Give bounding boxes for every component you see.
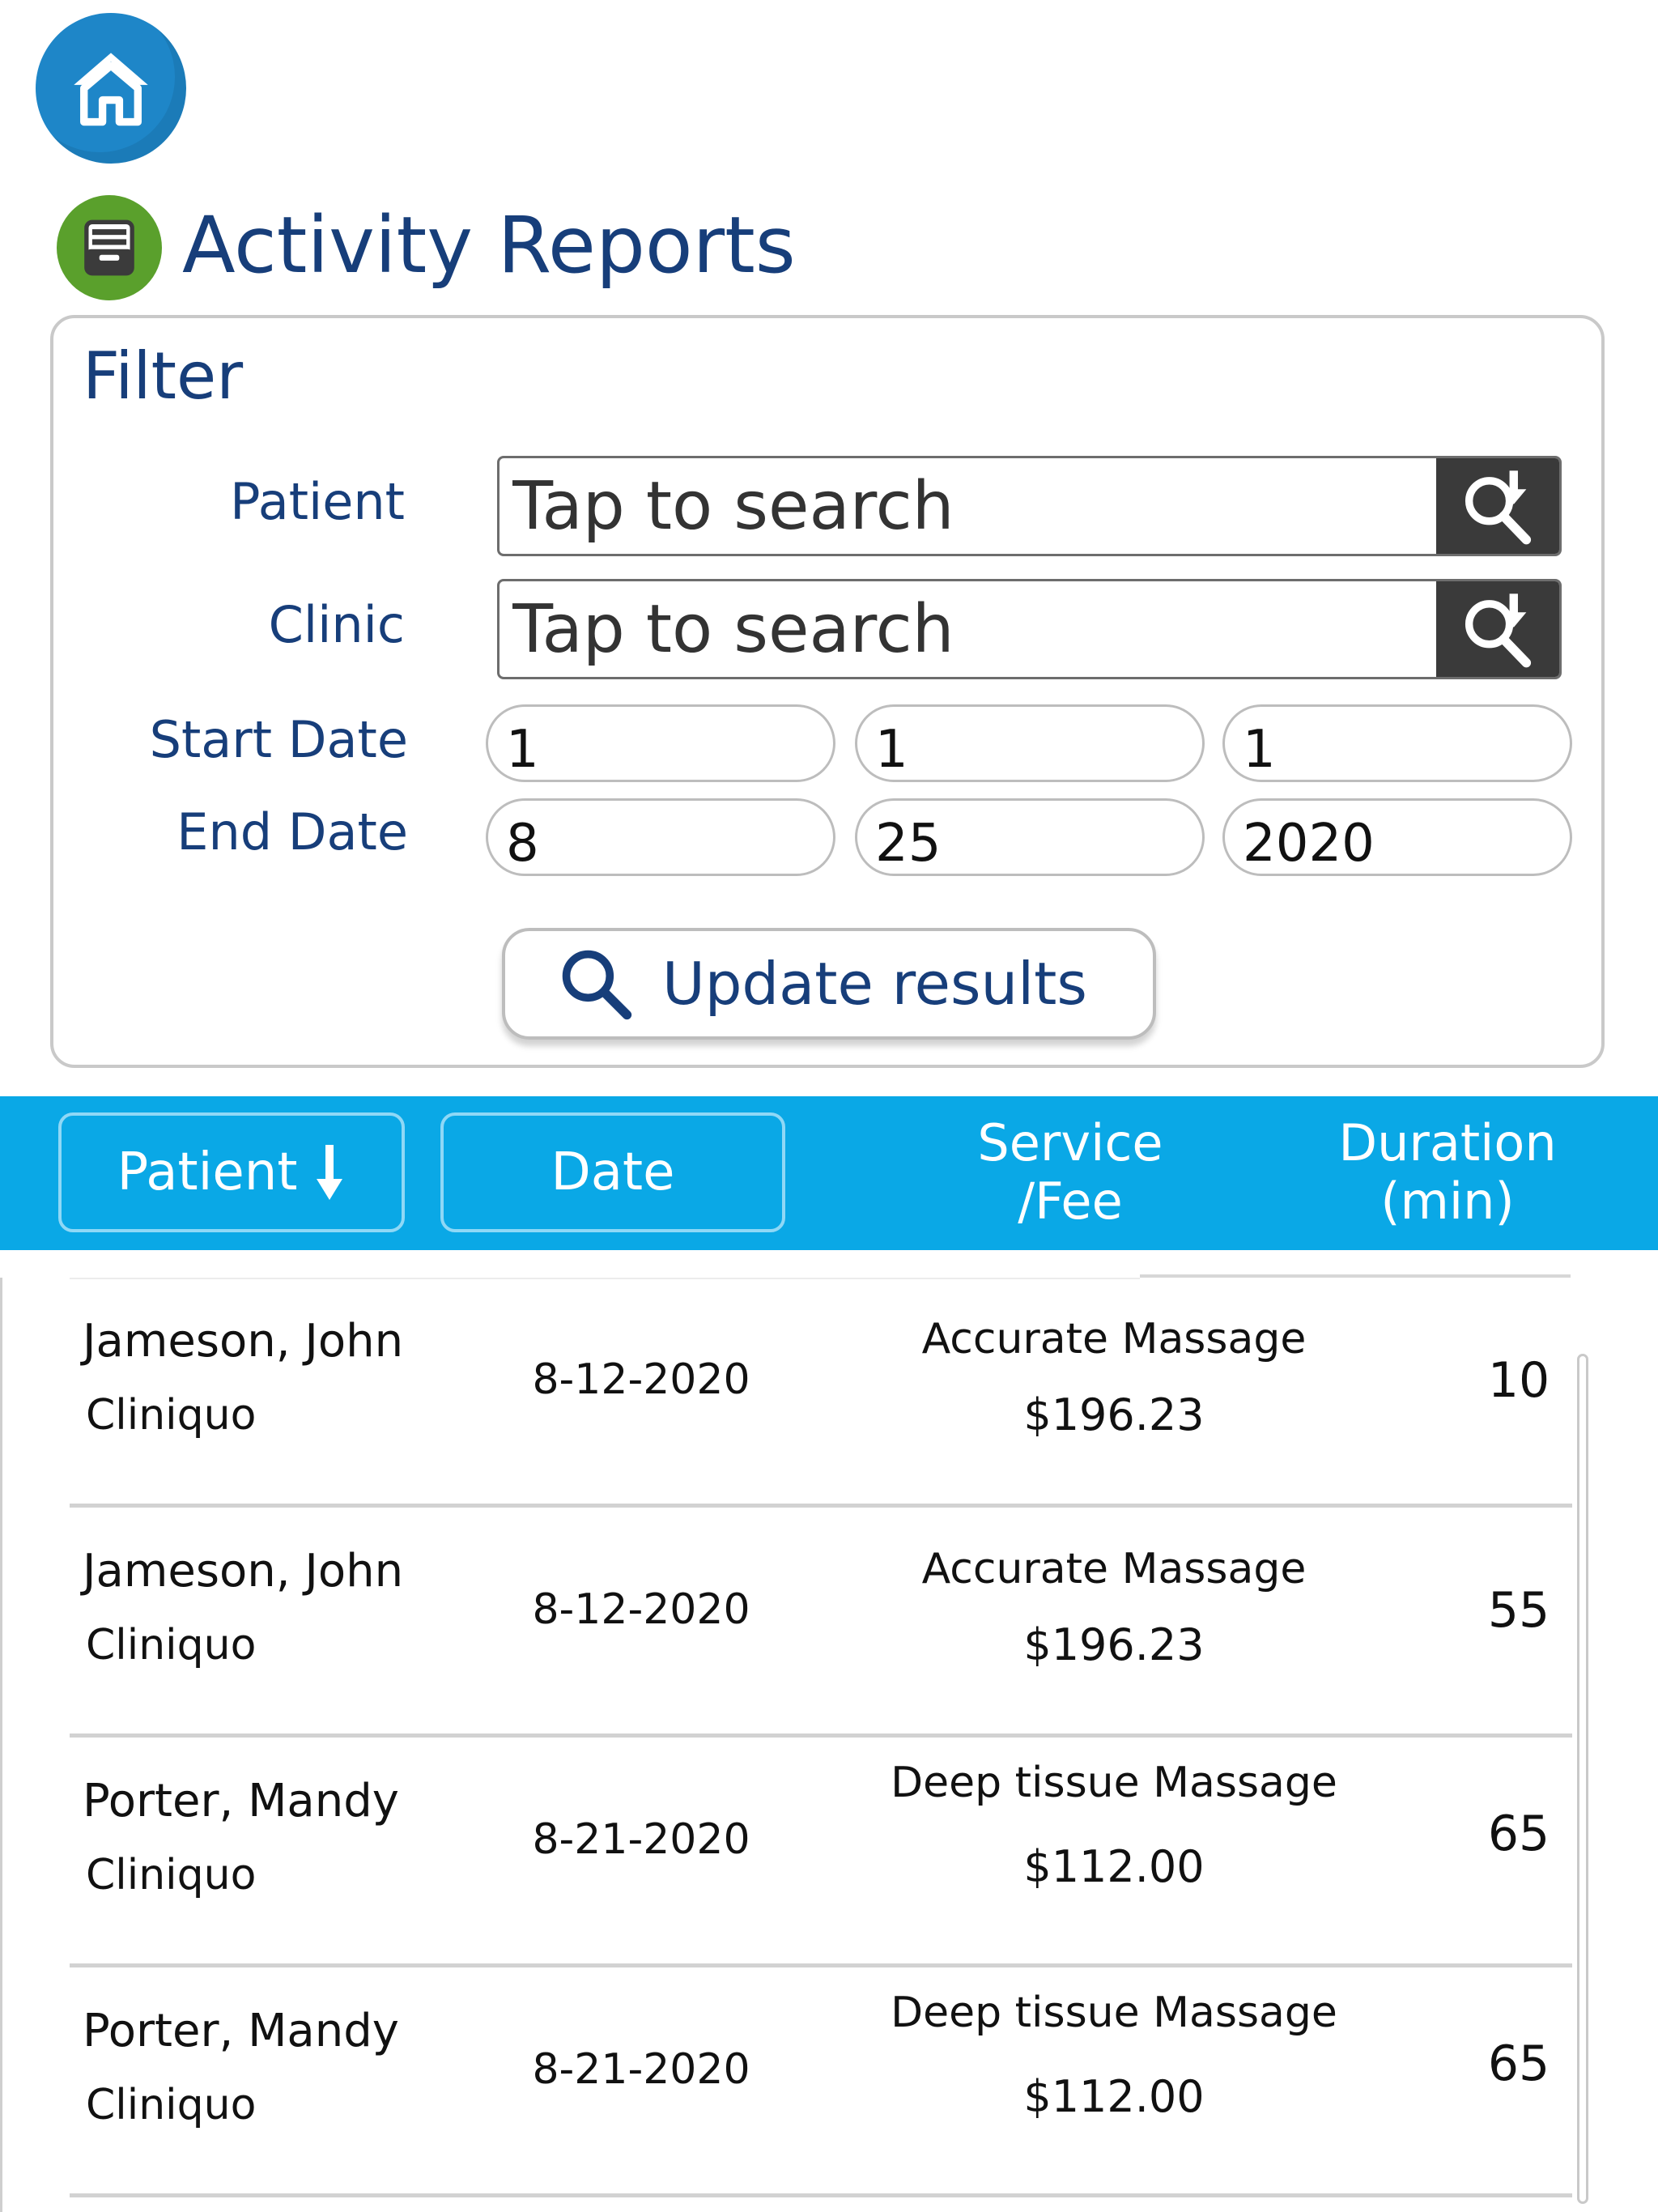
start-date-day-field[interactable] — [855, 704, 1205, 782]
start-date-month-input[interactable] — [488, 707, 833, 780]
table-row[interactable]: Porter, Mandy Cliniquo 8-21-2020 Deep ti… — [70, 1967, 1572, 2197]
clinic-search-input[interactable] — [500, 581, 1452, 677]
clinic-name: Cliniquo — [86, 1391, 257, 1440]
clinic-name: Cliniquo — [86, 1621, 257, 1670]
home-icon — [74, 53, 148, 126]
row-divider — [70, 2193, 1572, 2197]
table-row[interactable]: Porter, Mandy Cliniquo 8-21-2020 Deep ti… — [70, 1738, 1572, 1967]
start-date-year-input[interactable] — [1225, 707, 1570, 780]
filter-title: Filter — [83, 338, 244, 414]
clinic-name: Cliniquo — [86, 2081, 257, 2129]
start-date-label: Start Date — [149, 710, 408, 769]
duration-minutes: 65 — [1487, 2035, 1550, 2092]
update-results-button[interactable]: Update results — [502, 928, 1156, 1040]
end-date-month-input[interactable] — [488, 801, 833, 874]
clinic-label: Clinic — [268, 595, 405, 654]
patient-label: Patient — [230, 472, 405, 531]
duration-minutes: 55 — [1487, 1582, 1550, 1639]
duration-minutes: 65 — [1487, 1806, 1550, 1862]
service-column-label-line2: /Fee — [1018, 1172, 1123, 1231]
service-column-label-line1: Service — [977, 1113, 1163, 1172]
patient-search-button[interactable] — [1436, 458, 1559, 554]
arrow-down-icon — [317, 1145, 343, 1200]
service-name: Deep tissue Massage — [891, 1759, 1337, 1807]
search-download-icon — [1465, 470, 1532, 545]
service-fee: $196.23 — [1023, 1389, 1205, 1440]
patient-name: Jameson, John — [83, 1545, 404, 1597]
service-fee: $112.00 — [1023, 1841, 1205, 1892]
table-row[interactable]: Jameson, John Cliniquo 8-12-2020 Accurat… — [70, 1278, 1572, 1508]
patient-search-input[interactable] — [500, 458, 1452, 554]
patient-name: Porter, Mandy — [83, 2005, 399, 2057]
service-fee-column-header: Service /Fee — [908, 1114, 1232, 1231]
duration-column-label-line2: (min) — [1380, 1172, 1515, 1231]
start-date-month-field[interactable] — [486, 704, 835, 782]
duration-column-label-line1: Duration — [1338, 1113, 1557, 1172]
visit-date: 8-12-2020 — [532, 1355, 750, 1404]
patient-column-label: Patient — [117, 1142, 298, 1202]
magnifier-icon — [557, 945, 635, 1023]
update-results-label: Update results — [662, 950, 1087, 1018]
clinic-search-button[interactable] — [1436, 581, 1559, 677]
end-date-year-field[interactable] — [1222, 798, 1572, 876]
service-name: Accurate Massage — [921, 1545, 1307, 1593]
end-date-year-input[interactable] — [1225, 801, 1570, 874]
service-name: Accurate Massage — [921, 1315, 1307, 1363]
visit-date: 8-21-2020 — [532, 2045, 750, 2094]
clinic-name: Cliniquo — [86, 1851, 257, 1899]
results-list[interactable]: Jameson, John Cliniquo 8-12-2020 Accurat… — [0, 1250, 1658, 2212]
end-date-month-field[interactable] — [486, 798, 835, 876]
end-date-label: End Date — [176, 802, 408, 861]
service-fee: $196.23 — [1023, 1619, 1205, 1670]
end-date-day-input[interactable] — [857, 801, 1202, 874]
activity-reports-screen: Activity Reports Filter Patient Clinic S — [0, 0, 1658, 2212]
search-download-icon — [1465, 593, 1532, 668]
end-date-day-field[interactable] — [855, 798, 1205, 876]
table-row[interactable]: Jameson, John Cliniquo 8-12-2020 Accurat… — [70, 1508, 1572, 1738]
patient-name: Jameson, John — [83, 1315, 404, 1368]
list-left-border — [0, 1278, 2, 2212]
service-fee: $112.00 — [1023, 2071, 1205, 2122]
start-date-day-input[interactable] — [857, 707, 1202, 780]
patient-name: Porter, Mandy — [83, 1775, 399, 1827]
patient-column-sort-button[interactable]: Patient — [58, 1112, 405, 1232]
page-title: Activity Reports — [182, 200, 796, 291]
date-column-label: Date — [551, 1142, 675, 1202]
table-header: Patient Date Service /Fee Duration (min) — [0, 1096, 1658, 1250]
start-date-year-field[interactable] — [1222, 704, 1572, 782]
duration-column-header: Duration (min) — [1286, 1114, 1609, 1231]
clinic-search-field[interactable] — [497, 579, 1562, 679]
archive-box-icon — [57, 195, 162, 300]
date-column-sort-button[interactable]: Date — [440, 1112, 785, 1232]
duration-minutes: 10 — [1487, 1352, 1550, 1409]
patient-search-field[interactable] — [497, 456, 1562, 556]
service-name: Deep tissue Massage — [891, 1989, 1337, 2037]
visit-date: 8-21-2020 — [532, 1815, 750, 1864]
home-button[interactable] — [36, 13, 186, 164]
visit-date: 8-12-2020 — [532, 1585, 750, 1634]
